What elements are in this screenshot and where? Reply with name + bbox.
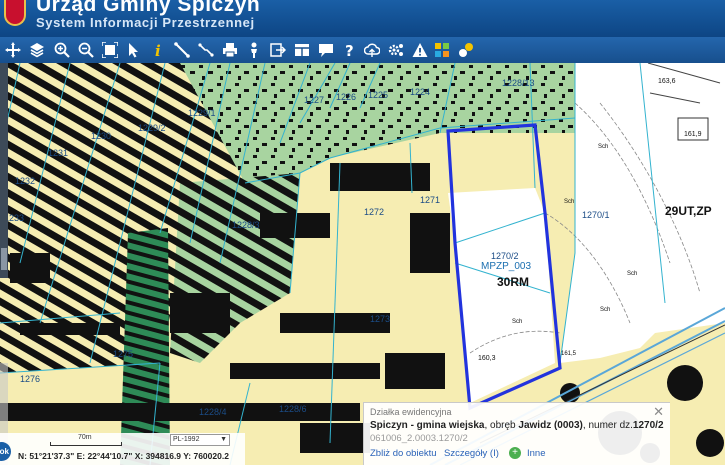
plot-identifier: 061006_2.0003.1270/2 xyxy=(370,433,468,444)
measure-distance-icon[interactable] xyxy=(171,39,193,61)
status-bar: 70m PL-1992 ▼ N: 51°21'37.3" E: 22°44'10.… xyxy=(0,433,245,465)
export-icon[interactable] xyxy=(267,39,289,61)
crs-select[interactable]: PL-1992 ▼ xyxy=(170,434,230,446)
scale-bar xyxy=(50,442,122,446)
feature-info-popup: ✕ Działka ewidencyjna Spiczyn - gmina wi… xyxy=(363,402,670,465)
municipality-name: Spiczyn - gmina wiejska xyxy=(370,420,485,431)
popup-heading: Działka ewidencyjna xyxy=(370,407,452,417)
close-icon[interactable]: ✕ xyxy=(653,404,664,420)
other-link[interactable]: Inne xyxy=(527,448,546,459)
zoom-in-icon[interactable] xyxy=(51,39,73,61)
cursor-coordinates: N: 51°21'37.3" E: 22°44'10.7" X: 394816.… xyxy=(18,451,229,461)
precinct-name: Jawidz (0003) xyxy=(518,420,583,431)
map-toolbar: i ? xyxy=(0,37,725,63)
scale-label: 70m xyxy=(78,434,92,441)
plot-number-prefix: , numer dz. xyxy=(582,420,633,431)
print-icon[interactable] xyxy=(219,39,241,61)
layers-icon[interactable] xyxy=(26,39,48,61)
warning-icon[interactable] xyxy=(409,39,431,61)
zoom-out-icon[interactable] xyxy=(75,39,97,61)
comment-icon[interactable] xyxy=(315,39,337,61)
plot-1270-1 xyxy=(560,63,725,363)
precinct-prefix: , obręb xyxy=(484,420,519,431)
chevron-down-icon: ▼ xyxy=(220,436,227,443)
pan-icon[interactable] xyxy=(2,39,24,61)
app-subtitle: System Informacji Przestrzennej xyxy=(36,15,255,30)
select-arrow-icon[interactable] xyxy=(123,39,145,61)
crs-selected-value: PL-1992 xyxy=(173,436,200,443)
full-extent-icon[interactable] xyxy=(99,39,121,61)
info-icon[interactable]: i xyxy=(147,39,169,61)
color-grid-icon[interactable] xyxy=(431,39,453,61)
help-icon[interactable]: ? xyxy=(339,39,361,61)
app-header: Urząd Gminy Spiczyn System Informacji Pr… xyxy=(0,0,725,37)
cloud-upload-icon[interactable] xyxy=(361,39,383,61)
zoom-to-object-link[interactable]: Zbliż do obiektu xyxy=(370,448,437,459)
svg-text:?: ? xyxy=(345,42,354,58)
details-link[interactable]: Szczegóły (I) xyxy=(444,448,499,459)
dark-forest-strip xyxy=(120,228,170,465)
popup-description: Spiczyn - gmina wiejska, obręb Jawidz (0… xyxy=(370,420,664,431)
side-panel-handle[interactable] xyxy=(0,63,8,278)
municipality-crest-logo xyxy=(4,0,26,26)
table-icon[interactable] xyxy=(291,39,313,61)
svg-text:i: i xyxy=(155,42,161,58)
chat-bubbles-icon[interactable] xyxy=(455,39,477,61)
measure-link-icon[interactable] xyxy=(195,39,217,61)
side-panel-toggle[interactable] xyxy=(1,248,7,270)
plot-number: 1270/2 xyxy=(632,420,664,431)
add-icon[interactable]: + xyxy=(509,447,521,459)
settings-icon[interactable] xyxy=(385,39,407,61)
person-icon[interactable] xyxy=(243,39,265,61)
